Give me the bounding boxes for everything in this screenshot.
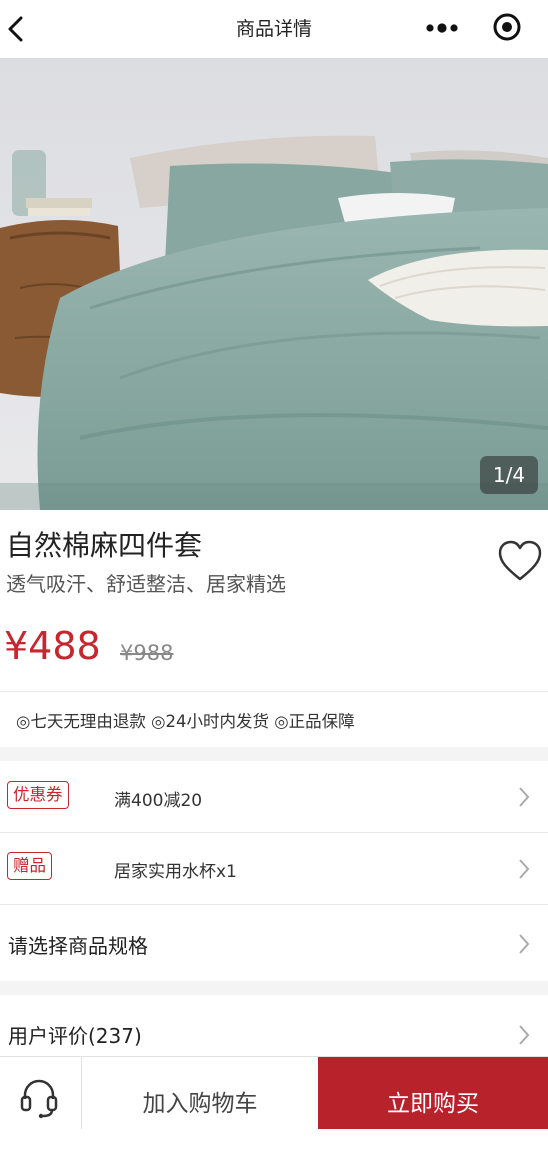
reviews-label: 用户评价(237): [8, 1024, 142, 1048]
add-to-cart-button[interactable]: 加入购物车: [82, 1057, 318, 1129]
page-title: 商品详情: [235, 18, 312, 40]
gift-text: 居家实用水杯x1: [114, 862, 237, 882]
chevron-right-icon: [519, 934, 530, 954]
chevron-right-icon: [519, 787, 530, 807]
product-image[interactable]: [0, 58, 548, 510]
target-icon[interactable]: [492, 12, 522, 42]
coupon-text: 满400减20: [114, 791, 203, 811]
spec-row[interactable]: 请选择商品规格: [0, 905, 548, 981]
original-price: ¥988: [120, 641, 174, 665]
reviews-row[interactable]: 用户评价(237): [0, 995, 548, 1056]
product-name: 自然棉麻四件套: [6, 529, 203, 562]
headset-icon: [20, 1079, 58, 1119]
customer-service-button[interactable]: [0, 1057, 82, 1129]
coupon-row[interactable]: 优惠券 满400减20: [0, 761, 548, 833]
product-subtitle: 透气吸汗、舒适整洁、居家精选: [6, 572, 286, 596]
heart-icon[interactable]: [496, 539, 544, 583]
gift-tag: 赠品: [7, 852, 52, 880]
current-price: ¥488: [4, 624, 101, 668]
buy-now-button[interactable]: 立即购买: [318, 1057, 548, 1129]
section-gap: [0, 981, 548, 995]
spec-label: 请选择商品规格: [8, 934, 148, 958]
bottom-action-bar: 加入购物车 立即购买: [0, 1056, 548, 1129]
service-guarantees: ◎七天无理由退款 ◎24小时内发货 ◎正品保障: [16, 712, 355, 731]
section-gap: [0, 747, 548, 761]
coupon-tag: 优惠券: [7, 781, 69, 809]
gift-row[interactable]: 赠品 居家实用水杯x1: [0, 833, 548, 905]
chevron-right-icon: [519, 1025, 530, 1045]
chevron-right-icon: [519, 859, 530, 879]
header: 商品详情: [0, 0, 548, 58]
divider: [0, 691, 548, 692]
image-pager: 1/4: [480, 456, 538, 494]
more-icon[interactable]: [424, 16, 460, 40]
